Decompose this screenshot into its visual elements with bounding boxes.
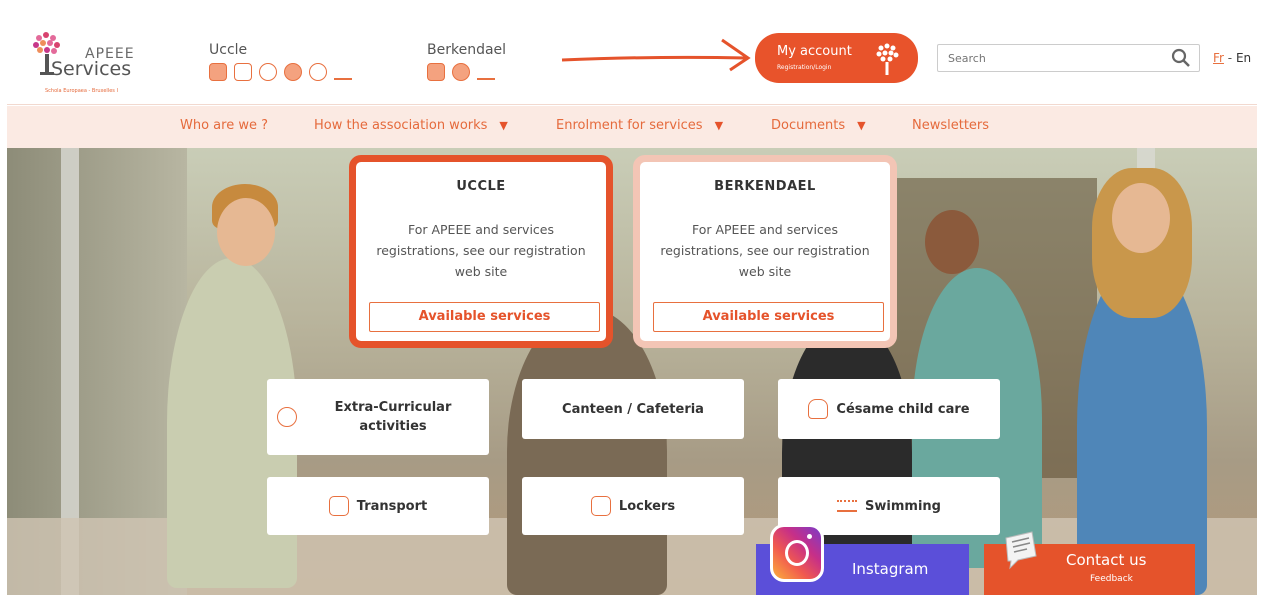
logo[interactable]: APEEE Services Schola Europaea - Bruxell… (29, 24, 159, 94)
swimming-icon[interactable] (477, 66, 495, 80)
tree-icon (876, 43, 899, 75)
search-input[interactable] (938, 45, 1158, 71)
apple-icon[interactable] (259, 63, 277, 81)
my-account-button[interactable]: My account Registration/Login (755, 33, 918, 83)
child-head (925, 210, 979, 274)
lang-en-link[interactable]: En (1236, 51, 1251, 65)
contact-us-button[interactable]: Contact us Feedback (984, 531, 1195, 595)
card-uccle: UCCLE For APEEE and services registratio… (349, 155, 613, 348)
ball-icon (277, 407, 297, 427)
instagram-label: Instagram (852, 560, 929, 578)
site-uccle-icons (209, 63, 352, 81)
card-uccle-text: For APEEE and services registrations, se… (376, 222, 586, 279)
ball-icon[interactable] (284, 63, 302, 81)
site-berkendael-label[interactable]: Berkendael (427, 42, 506, 58)
nav-item-label: How the association works (314, 118, 488, 133)
my-account-label: My account (777, 44, 852, 59)
site-header: APEEE Services Schola Europaea - Bruxell… (7, 8, 1257, 105)
bus-icon[interactable] (427, 63, 445, 81)
service-label: Extra-Curricular activities (334, 400, 452, 434)
canteen-button[interactable]: Canteen / Cafeteria (522, 379, 744, 439)
arrow-right-icon (561, 38, 751, 72)
instagram-icon (770, 524, 824, 582)
ball-icon[interactable] (452, 63, 470, 81)
caret-down-icon: ▼ (714, 119, 724, 132)
service-label: Canteen / Cafeteria (562, 401, 704, 417)
site-uccle-label[interactable]: Uccle (209, 42, 352, 58)
service-label: Lockers (618, 498, 676, 514)
main-nav: Who are we ? How the association works ▼ … (7, 106, 1257, 148)
hand-icon[interactable] (309, 63, 327, 81)
nav-item-label: Enrolment for services (556, 118, 703, 133)
contact-us-label: Contact us (1066, 551, 1147, 569)
site-berkendael-icons (427, 63, 506, 81)
berkendael-available-services-button[interactable]: Available services (653, 302, 884, 332)
card-uccle-title: UCCLE (456, 179, 506, 194)
card-berkendael: BERKENDAEL For APEEE and services regist… (633, 155, 897, 348)
lockers-button[interactable]: Lockers (522, 477, 744, 535)
lock-icon (590, 496, 611, 516)
page: APEEE Services Schola Europaea - Bruxell… (0, 0, 1264, 595)
nav-item-how-association-works[interactable]: How the association works ▼ (314, 118, 508, 133)
caret-down-icon: ▼ (499, 119, 508, 132)
nav-item-enrolment[interactable]: Enrolment for services ▼ (556, 118, 723, 133)
lock-icon[interactable] (234, 63, 252, 81)
swimming-icon (837, 500, 858, 512)
bus-icon[interactable] (209, 63, 227, 81)
service-label: Césame child care (836, 401, 970, 417)
service-label: Swimming (865, 498, 941, 514)
child-head (217, 198, 275, 266)
search-box (937, 44, 1200, 72)
nav-item-who-are-we[interactable]: Who are we ? (180, 118, 268, 133)
site-berkendael: Berkendael (427, 42, 506, 81)
my-account-sublabel: Registration/Login (777, 64, 832, 71)
nav-item-label: Who are we ? (180, 118, 268, 133)
child-head (1112, 183, 1170, 253)
cesame-child-care-button[interactable]: Césame child care (778, 379, 1000, 439)
caret-down-icon: ▼ (857, 119, 866, 132)
lang-fr-link[interactable]: Fr (1213, 51, 1224, 65)
hand-icon (808, 399, 829, 419)
language-switcher: Fr - En (1213, 51, 1251, 65)
bus-icon (328, 496, 349, 516)
swimming-icon[interactable] (334, 66, 352, 80)
contact-us-sublabel: Feedback (1090, 574, 1133, 584)
instagram-button[interactable]: Instagram (756, 524, 969, 595)
chat-bubbles-icon (1005, 531, 1037, 570)
extra-curricular-button[interactable]: Extra-Curricular activities (267, 379, 489, 455)
nav-item-label: Newsletters (912, 118, 990, 133)
nav-item-documents[interactable]: Documents ▼ (771, 118, 866, 133)
nav-item-label: Documents (771, 118, 846, 133)
nav-item-newsletters[interactable]: Newsletters (912, 118, 989, 133)
child-figure (507, 308, 667, 595)
card-berkendael-title: BERKENDAEL (714, 179, 816, 194)
card-berkendael-text: For APEEE and services registrations, se… (660, 222, 870, 279)
logo-tagline: Schola Europaea - Bruxelles I (45, 88, 118, 94)
lang-separator: - (1223, 51, 1236, 65)
site-uccle: Uccle (209, 42, 352, 81)
service-label: Transport (356, 498, 428, 514)
search-icon[interactable] (1171, 48, 1191, 68)
logo-services-text: Services (51, 58, 132, 80)
transport-button[interactable]: Transport (267, 477, 489, 535)
uccle-available-services-button[interactable]: Available services (369, 302, 600, 332)
